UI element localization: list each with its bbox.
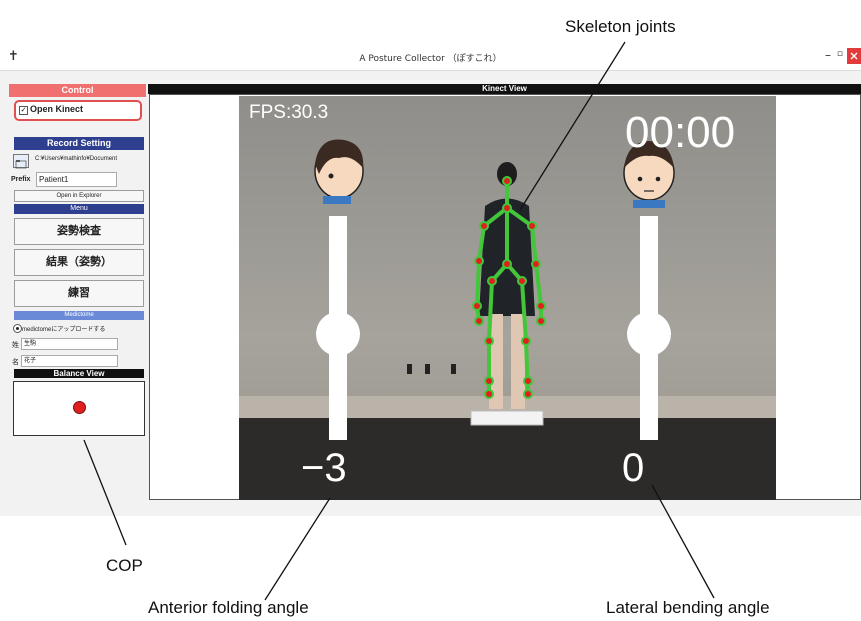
- anterior-folding-angle-annotation: Anterior folding angle: [148, 598, 309, 617]
- annotation-lines: [83, 41, 715, 601]
- skeleton-joints-annotation: Skeleton joints: [565, 17, 676, 36]
- lateral-bending-angle-annotation: Lateral bending angle: [606, 598, 770, 617]
- cop-annotation: COP: [106, 556, 143, 575]
